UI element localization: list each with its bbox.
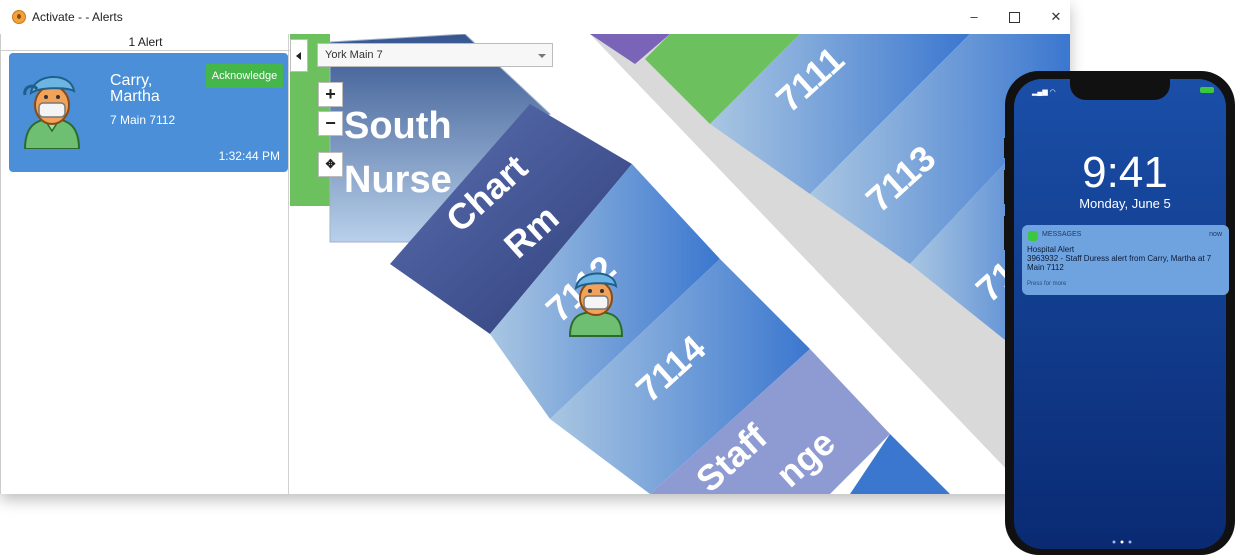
acknowledge-button[interactable]: Acknowledge [206, 64, 283, 88]
messages-app-icon [1028, 231, 1038, 241]
collapse-panel-button[interactable] [290, 39, 308, 72]
room-label-south: South [344, 105, 452, 147]
alert-time: 1:32:44 PM [218, 149, 280, 163]
phone-mockup: ▂▄▆ ◠ 9:41 Monday, June 5 MESSAGES now H… [1004, 70, 1236, 556]
locate-button[interactable]: ✥ [318, 152, 343, 177]
patient-name: Carry, Martha [110, 72, 160, 105]
notification-app-name: MESSAGES [1042, 231, 1082, 238]
zoom-out-button[interactable]: − [318, 111, 343, 136]
close-button[interactable]: ✕ [1042, 5, 1070, 29]
phone-notch [1070, 79, 1170, 100]
nurse-avatar-icon [23, 76, 81, 149]
notification-body: 3963932 - Staff Duress alert from Carry,… [1027, 254, 1212, 272]
notification-title: Hospital Alert [1027, 245, 1075, 254]
alert-card[interactable]: Carry, Martha 7 Main 7112 1:32:44 PM Ack… [9, 53, 288, 172]
locate-icon: ✥ [325, 157, 336, 171]
title-bar: Activate - - Alerts – ✕ [0, 0, 1070, 34]
window-title: Activate - - Alerts [32, 10, 123, 24]
floor-select[interactable]: York Main 7 [317, 43, 553, 67]
notification-more-hint: Press for more [1027, 281, 1067, 287]
alert-count: 1 Alert [1, 34, 290, 51]
lockscreen-time: 9:41 [1082, 148, 1168, 197]
notification-time: now [1209, 231, 1222, 238]
room-label-nurse: Nurse [344, 159, 452, 201]
minimize-button[interactable]: – [960, 5, 988, 29]
signal-wifi-icon: ▂▄▆ ◠ [1032, 89, 1056, 96]
zoom-in-button[interactable]: + [318, 82, 343, 107]
phone-frame [1004, 71, 1235, 555]
app-icon [12, 10, 26, 24]
lockscreen-date: Monday, June 5 [1079, 196, 1171, 211]
floor-map[interactable]: 7 South Nurse 7111 7113 71 Chart Rm 7112 [290, 34, 1070, 494]
alerts-window: Activate - - Alerts – ✕ 1 Alert Carry, M… [0, 0, 1070, 494]
alert-location: 7 Main 7112 [110, 113, 176, 127]
floor-map-canvas: 7 South Nurse 7111 7113 71 Chart Rm 7112 [290, 34, 1070, 494]
maximize-button[interactable] [1000, 5, 1028, 29]
alerts-panel: 1 Alert Carry, Martha 7 Main 7112 1:32:4… [0, 34, 290, 494]
battery-icon [1200, 87, 1214, 93]
message-notification[interactable]: MESSAGES now Hospital Alert 3963932 - St… [1022, 225, 1229, 295]
maximize-icon [1008, 12, 1020, 24]
